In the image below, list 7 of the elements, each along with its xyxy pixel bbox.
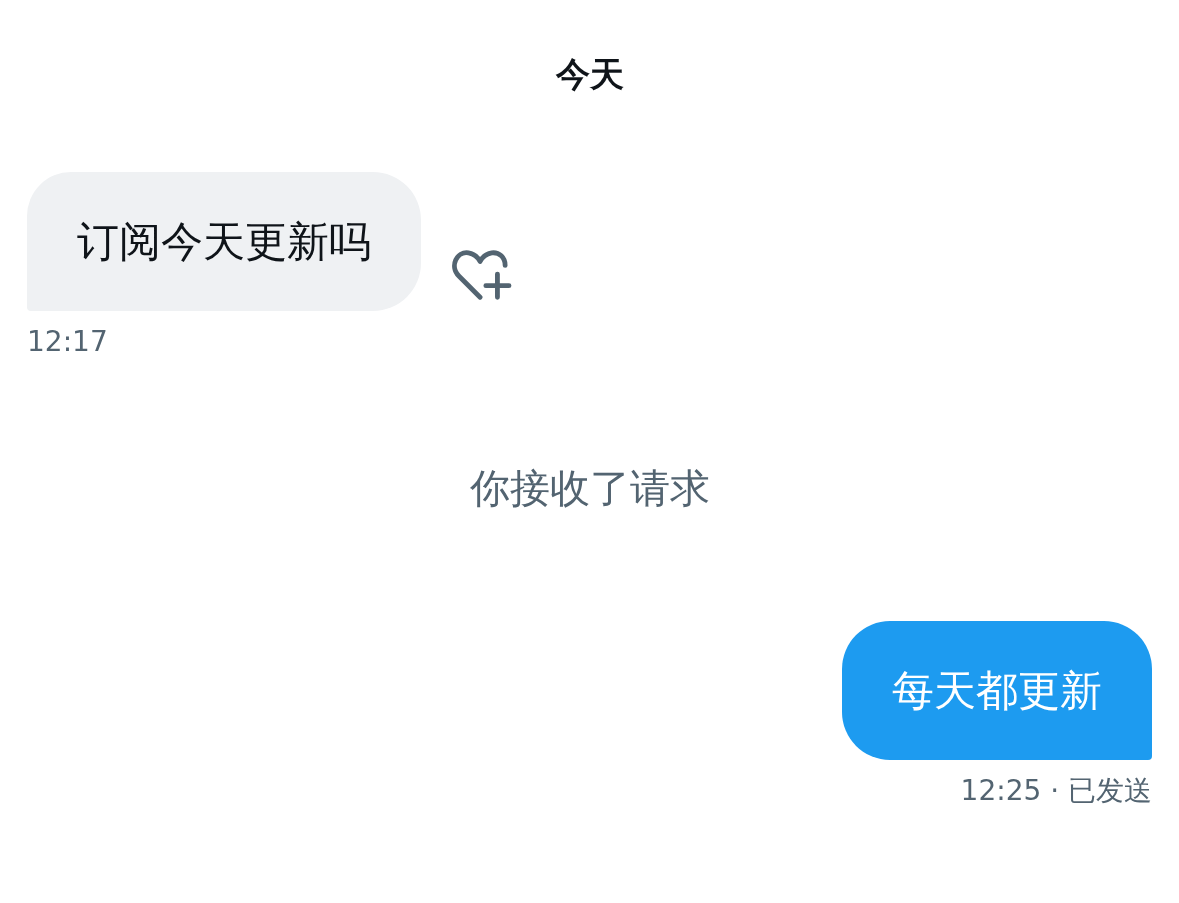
- date-header: 今天: [555, 53, 624, 96]
- message-bubble: 每天都更新: [842, 621, 1152, 760]
- message-status: 12:25 · 已发送: [960, 774, 1152, 808]
- message-bubble: 订阅今天更新吗: [27, 172, 421, 311]
- system-message: 你接收了请求: [469, 464, 710, 513]
- message-time: 12:17: [27, 325, 108, 359]
- heart-plus-icon[interactable]: [451, 249, 513, 303]
